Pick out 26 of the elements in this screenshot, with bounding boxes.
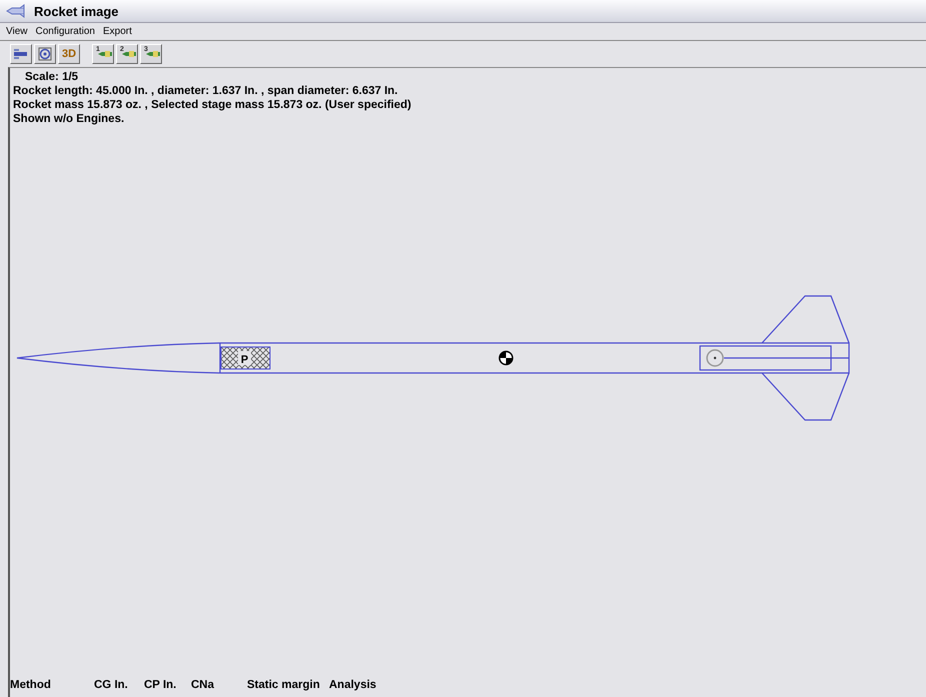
rocket-side-icon — [13, 48, 29, 60]
column-header: Method — [10, 679, 52, 691]
end-view-button[interactable] — [34, 44, 56, 64]
info-line: Rocket length: 45.000 In. , diameter: 1.637 In. , span diameter: 6.637 In. — [13, 84, 399, 98]
payload-section: P — [220, 346, 270, 370]
rocket-stage-icon — [97, 48, 113, 60]
3d-view-button[interactable]: 3D — [58, 44, 80, 64]
cp-marker-icon — [706, 349, 724, 367]
target-icon — [38, 47, 52, 61]
side-view-button[interactable] — [10, 44, 32, 64]
column-header: CP In. — [144, 679, 178, 691]
info-line: Scale: 1/5 — [24, 70, 80, 84]
column-header: CG In. — [94, 679, 129, 691]
rocket-stage-icon — [145, 48, 161, 60]
menu-item[interactable]: View — [6, 26, 28, 37]
cg-marker-icon — [498, 350, 514, 366]
menu-item[interactable]: Configuration — [36, 26, 95, 37]
menu-item[interactable]: Export — [102, 26, 132, 37]
rocket-stage-icon — [121, 48, 137, 60]
column-header: Static margin — [247, 679, 321, 691]
info-line: Shown w/o Engines. — [13, 112, 126, 126]
rocket-app-icon — [6, 4, 26, 18]
window-title: Rocket image — [34, 4, 119, 18]
column-header: Analysis — [329, 679, 376, 691]
info-line: Rocket mass 15.873 oz. , Selected stage mass 15.873 oz. (User specified) — [13, 98, 412, 112]
column-header: CNa — [191, 679, 216, 691]
